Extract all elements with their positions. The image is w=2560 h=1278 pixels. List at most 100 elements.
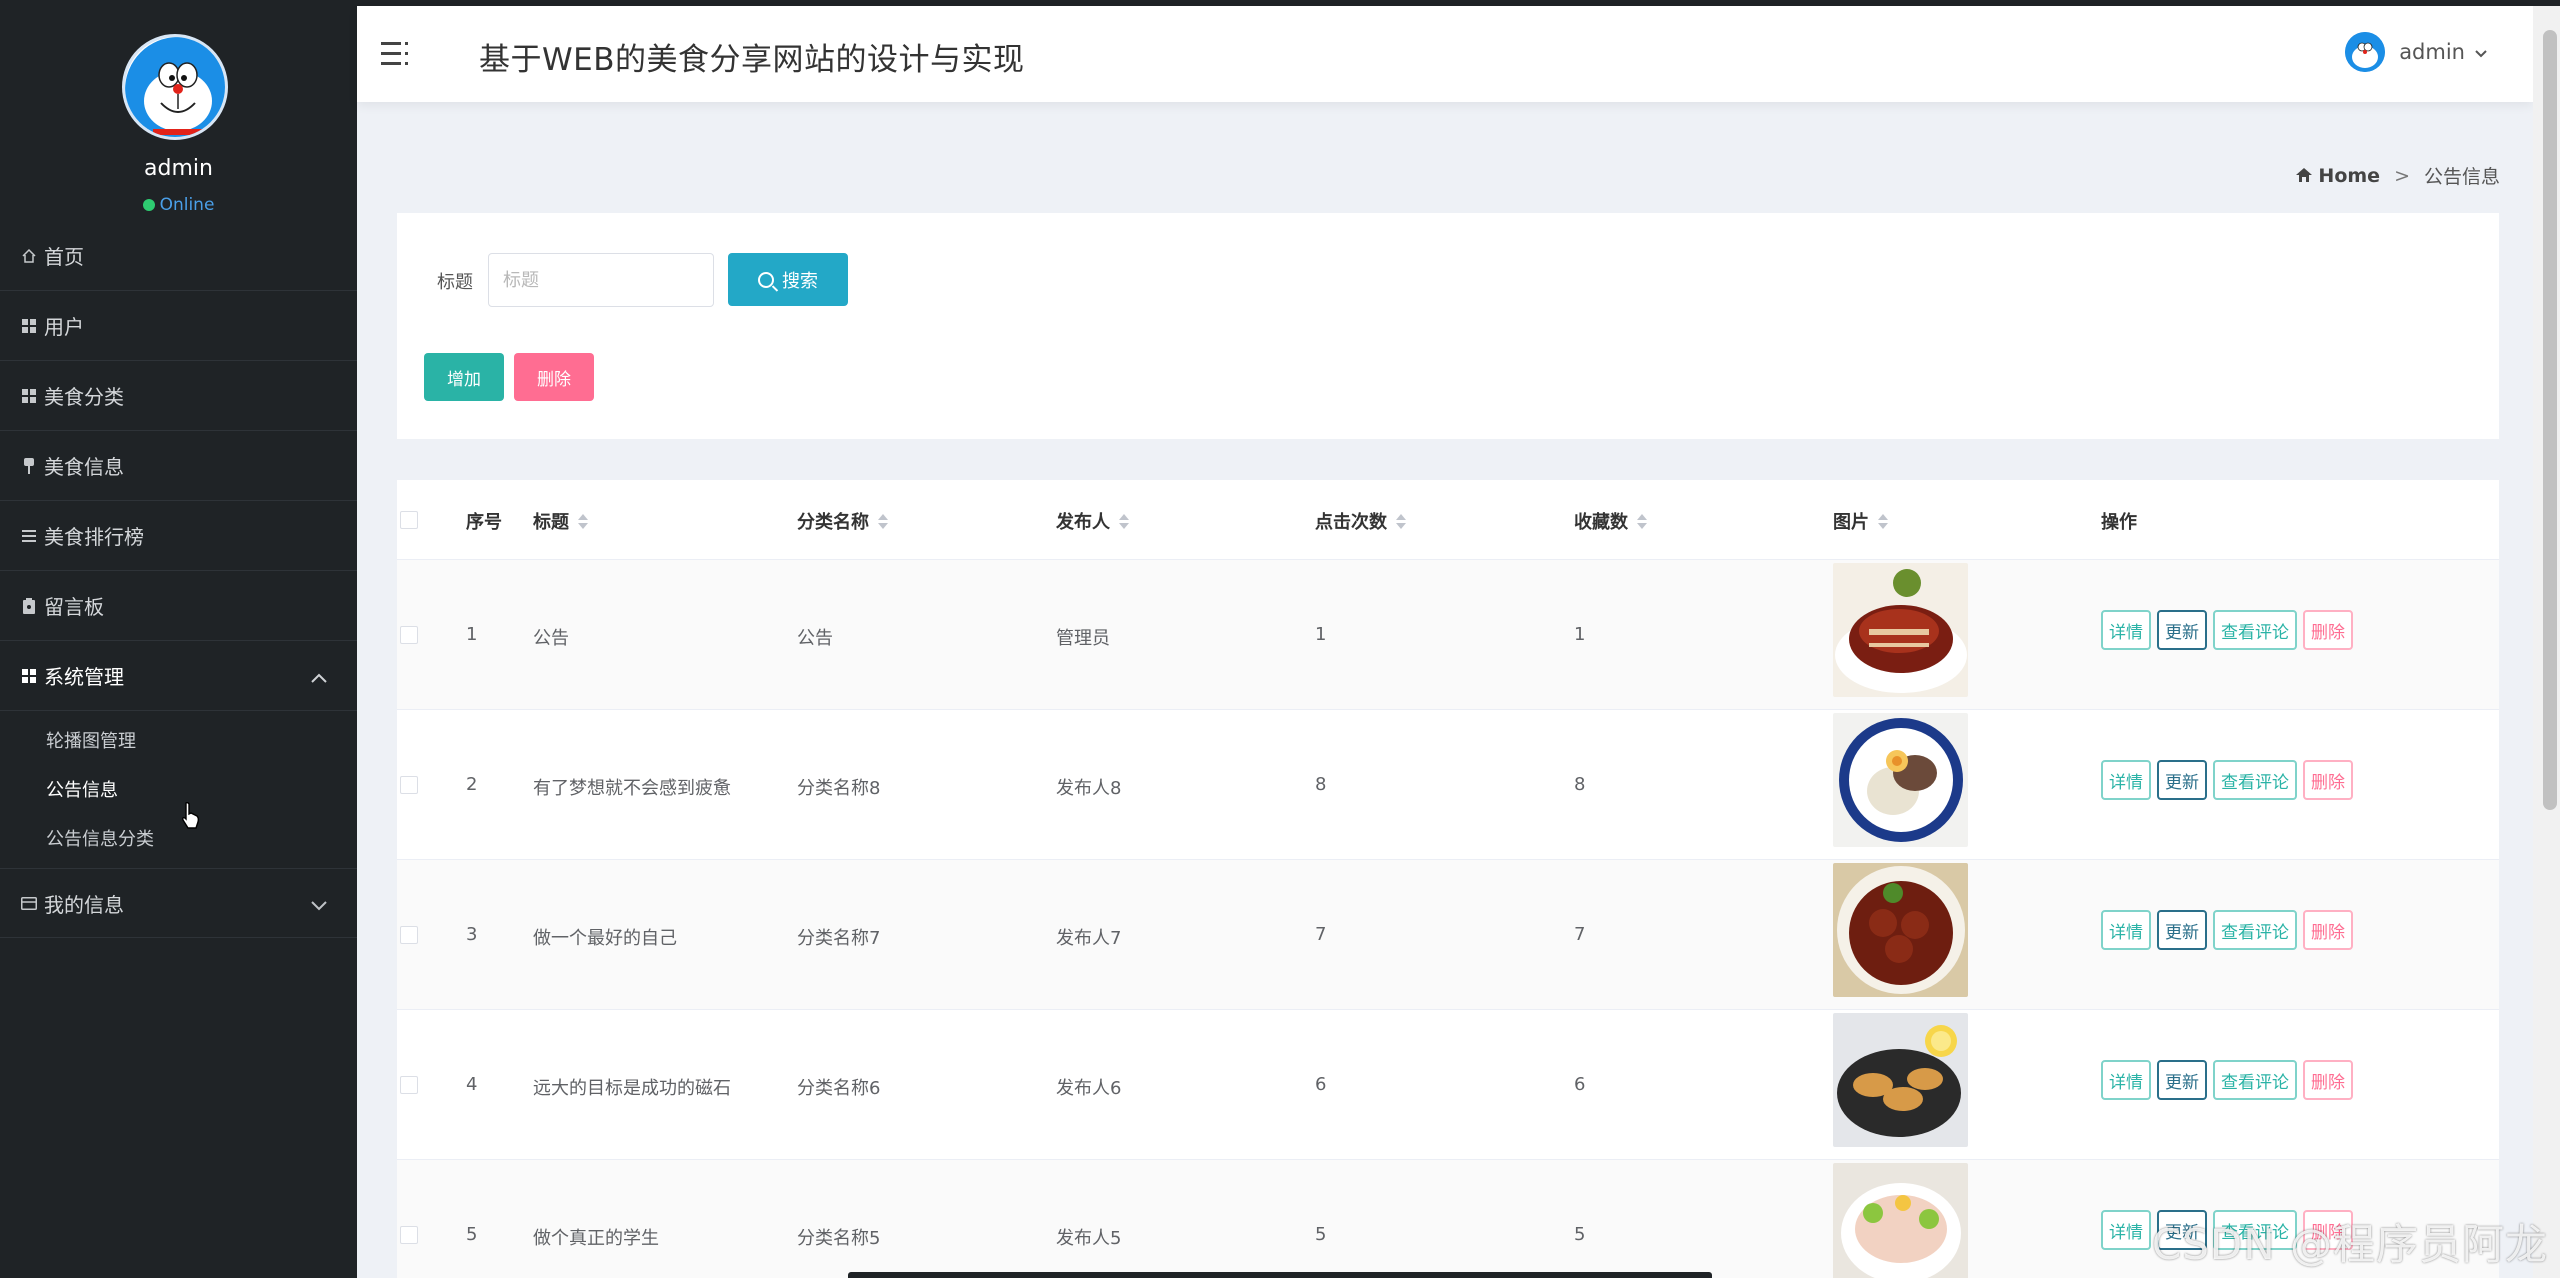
row-delete-button[interactable]: 删除 <box>2303 760 2353 800</box>
view-comments-button[interactable]: 查看评论 <box>2213 760 2297 800</box>
food-thumbnail[interactable] <box>1833 863 1968 997</box>
breadcrumb-home-link[interactable]: Home <box>2318 165 2380 187</box>
user-dropdown[interactable]: admin <box>2345 30 2487 74</box>
row-delete-button[interactable]: 删除 <box>2303 910 2353 950</box>
sort-icon[interactable] <box>1396 513 1406 529</box>
table-header: 序号 标题 分类名称 发布人 点击次数 收藏数 图片 操作 <box>397 480 2499 560</box>
row-checkbox[interactable] <box>400 1076 418 1094</box>
cell-clicks: 1 <box>1315 624 1327 645</box>
detail-button[interactable]: 详情 <box>2101 1210 2151 1250</box>
food-thumbnail[interactable] <box>1833 1013 1968 1147</box>
sidebar-item-food-info[interactable]: 美食信息 <box>0 431 357 501</box>
detail-button[interactable]: 详情 <box>2101 1060 2151 1100</box>
add-button[interactable]: 增加 <box>424 353 504 401</box>
search-button[interactable]: 搜索 <box>728 253 848 306</box>
cell-index: 4 <box>466 1074 478 1095</box>
sidebar-subitem-announcements[interactable]: 公告信息 <box>0 764 357 813</box>
sort-icon[interactable] <box>1878 513 1888 529</box>
chevron-up-icon <box>311 667 327 688</box>
search-icon <box>758 271 774 288</box>
sort-icon[interactable] <box>1119 513 1129 529</box>
cell-publisher: 发布人6 <box>1056 1078 1122 1099</box>
view-comments-button[interactable]: 查看评论 <box>2213 610 2297 650</box>
row-checkbox[interactable] <box>400 926 418 944</box>
cell-index: 1 <box>466 624 478 645</box>
column-header-favorites[interactable]: 收藏数 <box>1574 508 1647 534</box>
column-label: 点击次数 <box>1315 512 1387 533</box>
delete-button[interactable]: 删除 <box>514 353 594 401</box>
detail-button[interactable]: 详情 <box>2101 760 2151 800</box>
data-table: 序号 标题 分类名称 发布人 点击次数 收藏数 图片 操作 1 公告 公告 管理… <box>397 480 2499 1278</box>
column-header-publisher[interactable]: 发布人 <box>1056 508 1129 534</box>
cell-favorites: 6 <box>1574 1074 1586 1095</box>
row-checkbox[interactable] <box>400 1226 418 1244</box>
scrollbar-thumb[interactable] <box>2543 30 2557 810</box>
sidebar-item-food-category[interactable]: 美食分类 <box>0 361 357 431</box>
bottom-edge-bar <box>848 1272 1712 1278</box>
cell-category: 分类名称5 <box>797 1228 881 1249</box>
column-header-actions: 操作 <box>2101 508 2137 534</box>
avatar[interactable] <box>122 34 228 140</box>
status-dot-icon <box>142 199 155 211</box>
row-delete-button[interactable]: 删除 <box>2303 1060 2353 1100</box>
sidebar-item-users[interactable]: 用户 <box>0 291 357 361</box>
sidebar-item-my-info[interactable]: 我的信息 <box>0 868 357 938</box>
column-label: 操作 <box>2101 512 2137 533</box>
sidebar-profile: admin Online <box>0 6 357 221</box>
update-button[interactable]: 更新 <box>2157 910 2207 950</box>
update-button[interactable]: 更新 <box>2157 760 2207 800</box>
sidebar-item-food-ranking[interactable]: 美食排行榜 <box>0 501 357 571</box>
breadcrumb-separator: > <box>2394 164 2410 187</box>
column-header-clicks[interactable]: 点击次数 <box>1315 508 1406 534</box>
cell-category: 分类名称6 <box>797 1078 881 1099</box>
sort-icon[interactable] <box>578 513 588 529</box>
sidebar-item-home[interactable]: 首页 <box>0 221 357 291</box>
search-label: 标题 <box>437 272 473 293</box>
menu-toggle-icon[interactable] <box>381 40 411 68</box>
food-thumbnail[interactable] <box>1833 713 1968 847</box>
cell-favorites: 5 <box>1574 1224 1586 1245</box>
view-comments-button[interactable]: 查看评论 <box>2213 910 2297 950</box>
detail-button[interactable]: 详情 <box>2101 610 2151 650</box>
sidebar-item-message-board[interactable]: 留言板 <box>0 571 357 641</box>
column-header-image[interactable]: 图片 <box>1833 508 1888 534</box>
pin-icon <box>20 457 38 475</box>
cell-title: 有了梦想就不会感到疲惫 <box>533 778 731 799</box>
row-checkbox[interactable] <box>400 776 418 794</box>
column-label: 发布人 <box>1056 512 1110 533</box>
column-label: 分类名称 <box>797 512 869 533</box>
select-all-checkbox[interactable] <box>400 511 418 529</box>
cell-index: 2 <box>466 774 478 795</box>
sort-icon[interactable] <box>878 513 888 529</box>
cell-publisher: 发布人8 <box>1056 778 1122 799</box>
food-thumbnail[interactable] <box>1833 1163 1968 1278</box>
update-button[interactable]: 更新 <box>2157 610 2207 650</box>
card-icon <box>20 894 38 912</box>
view-comments-button[interactable]: 查看评论 <box>2213 1060 2297 1100</box>
sidebar-item-system-management[interactable]: 系统管理 <box>0 641 357 711</box>
home-icon <box>2296 165 2313 187</box>
update-button[interactable]: 更新 <box>2157 1060 2207 1100</box>
cell-publisher: 发布人7 <box>1056 928 1122 949</box>
row-delete-button[interactable]: 删除 <box>2303 610 2353 650</box>
column-header-category[interactable]: 分类名称 <box>797 508 888 534</box>
row-actions: 详情 更新 查看评论 删除 <box>2101 1060 2359 1100</box>
cell-category: 分类名称8 <box>797 778 881 799</box>
cell-category: 分类名称7 <box>797 928 881 949</box>
row-checkbox[interactable] <box>400 626 418 644</box>
column-label: 序号 <box>466 512 502 533</box>
sidebar-subitem-carousel[interactable]: 轮播图管理 <box>0 715 357 764</box>
search-input[interactable] <box>488 253 714 307</box>
sidebar-subitem-announcement-category[interactable]: 公告信息分类 <box>0 813 357 862</box>
column-header-title[interactable]: 标题 <box>533 508 588 534</box>
cell-publisher: 发布人5 <box>1056 1228 1122 1249</box>
row-actions: 详情 更新 查看评论 删除 <box>2101 610 2359 650</box>
detail-button[interactable]: 详情 <box>2101 910 2151 950</box>
column-label: 图片 <box>1833 512 1869 533</box>
food-thumbnail[interactable] <box>1833 563 1968 697</box>
user-avatar <box>2345 32 2386 72</box>
sort-icon[interactable] <box>1637 513 1647 529</box>
cell-favorites: 7 <box>1574 924 1586 945</box>
cell-title: 做个真正的学生 <box>533 1228 659 1249</box>
clipboard-icon <box>20 597 38 615</box>
